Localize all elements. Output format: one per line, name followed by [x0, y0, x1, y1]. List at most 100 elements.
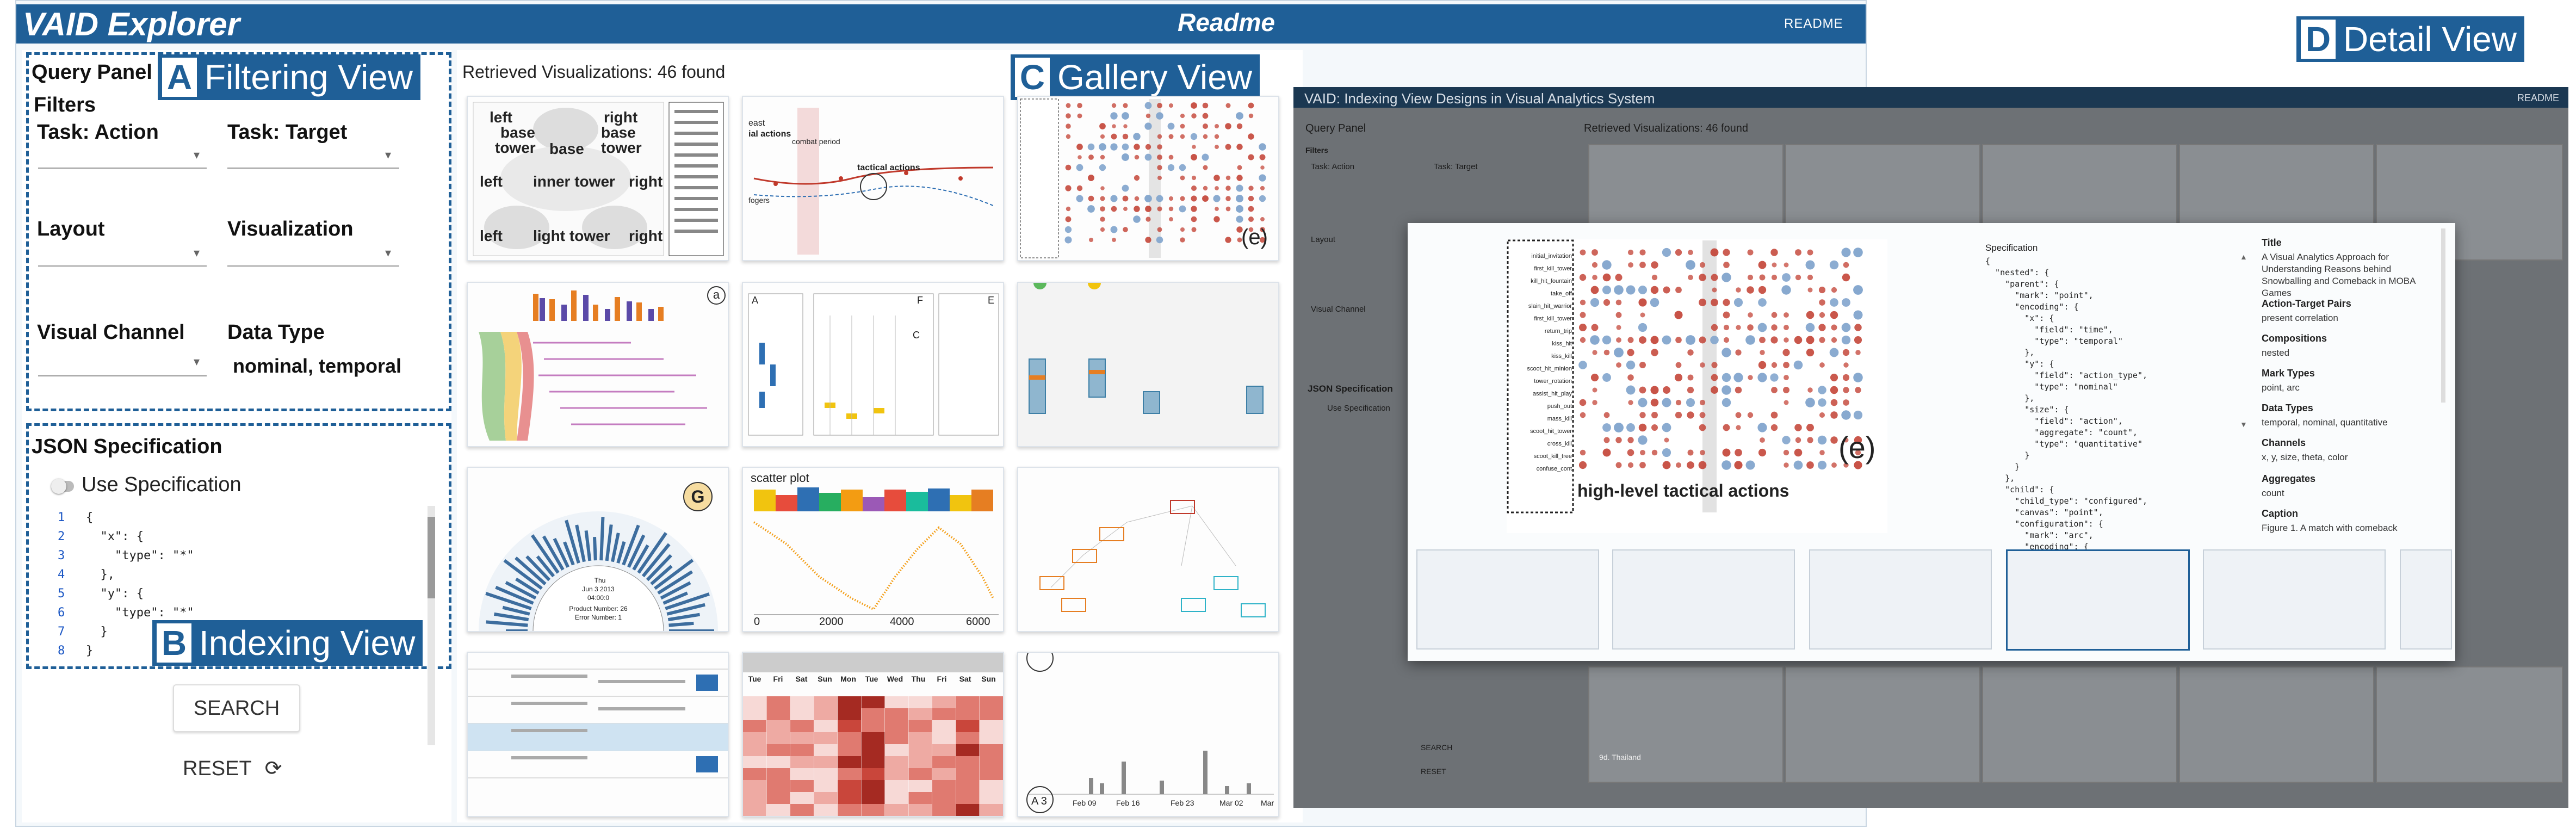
heat-cell: [766, 804, 790, 816]
detail-view-letter: D: [2301, 20, 2336, 59]
heat-cell: [743, 708, 766, 720]
dot-mark: [1817, 460, 1827, 470]
heat-cell: [980, 768, 1003, 780]
detail-reset[interactable]: RESET: [1421, 767, 1446, 776]
detail-bg-thumb[interactable]: [1982, 666, 2177, 783]
dot-mark: [1144, 122, 1152, 130]
dot-mark: [1088, 237, 1094, 243]
detail-bg-thumb[interactable]: [2179, 666, 2374, 783]
carousel-thumb-selected[interactable]: [2006, 549, 2190, 651]
spec-scroll-arrow-icon[interactable]: ▼: [2240, 420, 2247, 429]
chevron-down-icon[interactable]: ▾: [194, 246, 200, 260]
spec-scroll-arrow-icon[interactable]: ▲: [2240, 252, 2247, 261]
dot-mark: [1077, 103, 1082, 108]
thumb-2-label: tactical actions: [857, 163, 920, 172]
detail-task-target: Task: Target: [1434, 162, 1478, 171]
chevron-down-icon[interactable]: ▾: [194, 355, 200, 369]
detail-bg-thumb[interactable]: [2376, 666, 2563, 783]
dot-mark: [1134, 175, 1140, 181]
carousel-thumb[interactable]: [1809, 549, 1992, 650]
dot-mark: [1225, 123, 1231, 129]
dot-mark: [1602, 373, 1611, 382]
data-type-value[interactable]: nominal, temporal: [233, 355, 401, 378]
use-spec-toggle[interactable]: [51, 479, 74, 494]
gallery-thumb-12[interactable]: A 3 Feb 09 Feb 16 Feb 23 Mar 02 Mar: [1017, 652, 1279, 817]
dot-mark: [1841, 323, 1851, 332]
dot-mark: [1650, 398, 1659, 407]
readme-link[interactable]: Readme: [1178, 8, 1275, 37]
detail-search[interactable]: SEARCH: [1421, 743, 1452, 752]
chevron-down-icon[interactable]: ▾: [385, 246, 391, 260]
dot-mark: [1784, 325, 1789, 330]
dot-mark: [1133, 215, 1141, 223]
heat-cell: [932, 696, 956, 708]
gallery-thumb-5[interactable]: A F E C: [742, 282, 1004, 447]
heat-cell: [838, 780, 861, 792]
dot-mark: [1122, 195, 1129, 202]
heat-cell: [980, 720, 1003, 732]
heat-cell: [790, 768, 814, 780]
search-button[interactable]: SEARCH: [173, 684, 300, 732]
gallery-thumb-2[interactable]: east ial actions combat period tactical …: [742, 96, 1004, 261]
dot-mark: [1650, 336, 1659, 344]
chevron-down-icon[interactable]: ▾: [194, 148, 200, 162]
task-action-select[interactable]: [38, 168, 207, 169]
heat-cell: [838, 708, 861, 720]
editor-scrollbar-thumb[interactable]: [428, 517, 435, 598]
thumb-11-day: Thu: [911, 675, 926, 683]
gallery-thumb-10[interactable]: [467, 652, 729, 817]
gallery-thumb-1[interactable]: left base tower right base tower base le…: [467, 96, 729, 261]
thumb-1-label: right: [629, 227, 663, 244]
dot-mark: [1651, 412, 1658, 418]
gallery-thumb-6[interactable]: [1017, 282, 1279, 447]
spec-code-block[interactable]: { "nested": { "parent": { "mark": "point…: [1985, 256, 2147, 564]
dot-mark: [1191, 154, 1197, 160]
dot-mark: [1853, 248, 1863, 257]
code-line-number: 2: [58, 530, 65, 543]
dot-mark: [1259, 143, 1266, 151]
meta-scrollbar[interactable]: [2441, 228, 2445, 403]
dot-mark: [1100, 217, 1105, 222]
dot-mark: [1156, 112, 1163, 120]
gallery-thumb-3[interactable]: (e): [1017, 96, 1279, 261]
dot-mark: [1616, 337, 1621, 343]
dot-mark: [1180, 113, 1185, 119]
dot-mark: [1759, 337, 1766, 343]
gallery-thumb-4[interactable]: a: [467, 282, 729, 447]
visual-channel-select[interactable]: [38, 375, 207, 376]
dot-mark: [1602, 448, 1611, 457]
thumb-12-tick: Feb 23: [1171, 799, 1194, 807]
dot-mark: [1100, 196, 1105, 201]
detail-readme-button[interactable]: README: [2517, 92, 2559, 104]
dot-mark: [1076, 185, 1083, 191]
carousel-thumb[interactable]: [1612, 549, 1795, 650]
dot-mark: [1603, 349, 1610, 356]
dot-mark: [1157, 103, 1162, 108]
detail-bg-thumb[interactable]: [1588, 666, 1784, 783]
dot-mark: [1202, 153, 1209, 161]
carousel-thumb[interactable]: [2400, 549, 2452, 650]
gallery-thumb-9[interactable]: [1017, 467, 1279, 632]
heat-cell: [885, 792, 908, 804]
dot-mark: [1747, 286, 1754, 294]
heat-cell: [908, 696, 932, 708]
carousel-thumb[interactable]: [1416, 549, 1599, 650]
dot-mark: [1831, 462, 1837, 468]
detail-bg-thumb[interactable]: [1785, 666, 1980, 783]
readme-button[interactable]: README: [1784, 16, 1843, 32]
dot-mark: [1687, 461, 1694, 469]
gallery-thumb-7[interactable]: G Thu Jun 3 2013 04:00:0 Product Number:…: [467, 467, 729, 632]
carousel-thumb[interactable]: [2203, 549, 2386, 650]
chevron-down-icon[interactable]: ▾: [385, 148, 391, 162]
layout-select[interactable]: [38, 265, 207, 267]
visualization-select[interactable]: [227, 265, 399, 267]
gallery-thumb-8[interactable]: scatter plot 0 2000 4000 6000: [742, 467, 1004, 632]
dot-mark: [1830, 298, 1838, 307]
dot-mark: [1782, 273, 1791, 282]
dot-mark: [1065, 185, 1072, 191]
task-target-select[interactable]: [227, 168, 399, 169]
dot-mark: [1662, 423, 1671, 432]
reset-button[interactable]: RESET ⟳: [183, 756, 282, 781]
gallery-thumb-11[interactable]: Tue Fri Sat Sun Mon Tue Wed Thu Fri Sat Sun: [742, 652, 1004, 817]
dot-mark: [1807, 387, 1813, 393]
